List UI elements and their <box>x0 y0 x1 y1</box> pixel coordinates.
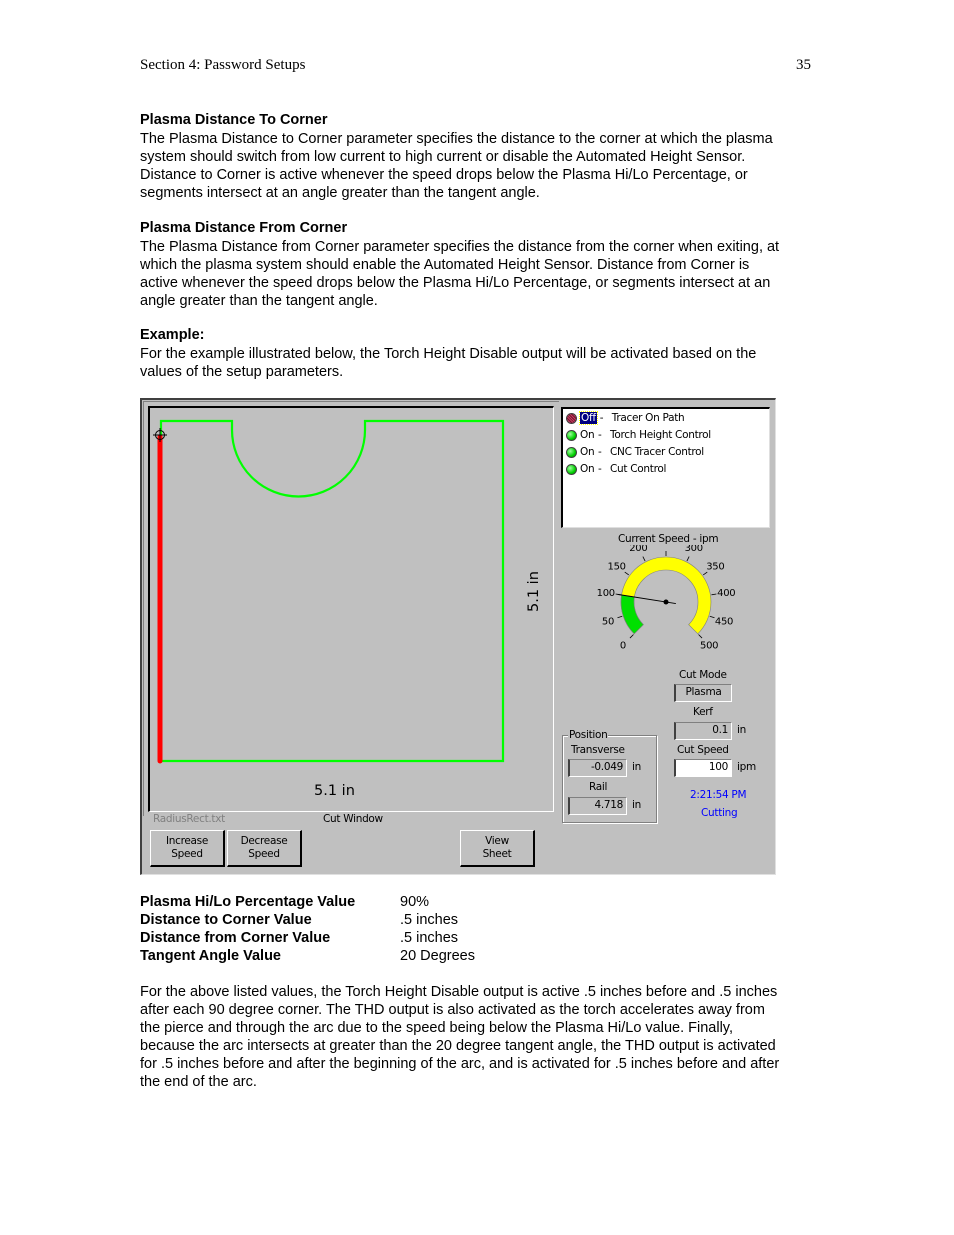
param-label: Distance to Corner Value <box>140 912 312 928</box>
button-label-line: Increase <box>165 835 209 847</box>
status-state: On <box>580 446 595 458</box>
status-label: Torch Height Control <box>610 429 711 441</box>
control-status-list[interactable]: Off - Tracer On Path On - Torch Height C… <box>561 407 770 528</box>
loaded-filename: RadiusRect.txt <box>153 813 225 825</box>
cut-path-outline <box>159 419 505 763</box>
status-label: CNC Tracer Control <box>610 446 704 458</box>
status-separator: - <box>599 412 604 424</box>
status-separator: - <box>598 429 602 441</box>
gauge-tick <box>709 615 715 619</box>
transverse-label: Transverse <box>571 744 625 756</box>
button-label-line: View <box>485 835 509 847</box>
gauge-tick <box>698 634 703 639</box>
decrease-speed-button[interactable]: Decrease Speed <box>227 830 302 867</box>
button-label-line: Speed <box>248 848 280 860</box>
param-label: Distance from Corner Value <box>140 930 331 946</box>
param-label: Tangent Angle Value <box>140 948 281 964</box>
conclusion-paragraph: For the above listed values, the Torch H… <box>140 983 840 1091</box>
param-value: .5 inches <box>400 912 459 928</box>
status-led-on-icon <box>566 446 577 458</box>
gauge-tick-label: 300 <box>685 545 703 554</box>
text-line: the pierce and through the arc due to th… <box>140 1020 733 1036</box>
width-dimension-label: 5.1 in <box>314 783 355 799</box>
text-line: because the arc intersects at greater th… <box>140 1038 776 1054</box>
status-state: Off <box>579 411 598 425</box>
param-value: 20 Degrees <box>400 948 475 964</box>
cut-window-label: Cut Window <box>323 813 383 825</box>
param-value: 90% <box>400 894 430 910</box>
text-line: the end of the arc. <box>140 1074 257 1090</box>
status-row-cut-control[interactable]: On - Cut Control <box>566 461 666 477</box>
status-state: On <box>580 463 595 475</box>
status-led-on-icon <box>566 463 577 475</box>
text-line: For the above listed values, the Torch H… <box>140 984 778 1000</box>
position-group-label: Position <box>568 729 609 741</box>
gauge-tick-label: 350 <box>706 562 724 573</box>
text-line: for .5 inches before and after the begin… <box>140 1056 780 1072</box>
gauge-tick-label: 450 <box>715 616 733 627</box>
rail-label: Rail <box>589 781 608 793</box>
gauge-hub <box>663 599 669 605</box>
clock-time: 2:21:54 PM <box>690 789 747 801</box>
gauge-fill <box>620 594 644 635</box>
status-separator: - <box>598 463 602 475</box>
torch-crosshair-icon <box>153 428 167 442</box>
view-sheet-button[interactable]: View Sheet <box>460 830 535 867</box>
transverse-unit: in <box>632 761 641 773</box>
kerf-label: Kerf <box>693 706 713 718</box>
gauge-tick-label: 500 <box>700 641 718 652</box>
gauge-tick-label: 250 <box>657 545 675 548</box>
gauge-tick-label: 100 <box>597 588 615 599</box>
speed-gauge: 0 50 100 150200 250 300350 400 450 500 <box>597 545 736 652</box>
param-label: Plasma Hi/Lo Percentage Value <box>140 894 356 910</box>
speed-gauge-title: Current Speed - ipm <box>618 533 719 545</box>
gauge-tick-label: 400 <box>717 588 735 599</box>
button-label-line: Sheet <box>482 848 512 860</box>
gauge-tick <box>642 556 646 562</box>
rail-unit: in <box>632 799 641 811</box>
status-separator: - <box>598 446 602 458</box>
status-label: Tracer On Path <box>611 412 685 424</box>
cut-mode-field: Plasma <box>674 684 732 702</box>
machine-status: Cutting <box>701 807 738 819</box>
gauge-tick <box>629 634 634 639</box>
status-row-cnc-tracer-control[interactable]: On - CNC Tracer Control <box>566 444 704 460</box>
cut-mode-label: Cut Mode <box>679 669 727 681</box>
kerf-field: 0.1 <box>674 722 732 740</box>
status-row-torch-height-control[interactable]: On - Torch Height Control <box>566 427 711 443</box>
cut-speed-label: Cut Speed <box>677 744 729 756</box>
gauge-tick-label: 200 <box>629 545 647 554</box>
status-row-tracer-on-path[interactable]: Off - Tracer On Path <box>566 410 685 426</box>
gauge-tick <box>617 615 623 619</box>
gauge-tick <box>711 593 717 596</box>
status-led-on-icon <box>566 429 577 441</box>
transverse-field: -0.049 <box>568 759 627 777</box>
gauge-tick <box>686 556 690 562</box>
status-label: Cut Control <box>610 463 667 475</box>
cut-speed-input[interactable]: 100 <box>674 759 732 777</box>
button-label-line: Speed <box>171 848 203 860</box>
gauge-tick-label: 150 <box>608 562 626 573</box>
status-led-off-icon <box>566 412 577 424</box>
rail-field: 4.718 <box>568 797 627 815</box>
kerf-unit: in <box>737 724 746 736</box>
increase-speed-button[interactable]: Increase Speed <box>150 830 225 867</box>
cut-speed-unit: ipm <box>737 761 756 773</box>
text-line: after each 90 degree corner. The THD out… <box>140 1002 765 1018</box>
status-state: On <box>580 429 595 441</box>
button-label-line: Decrease <box>240 835 288 847</box>
height-dimension-label: 5.1 in <box>526 571 542 612</box>
gauge-tick-label: 50 <box>602 616 614 627</box>
param-value: .5 inches <box>400 930 459 946</box>
gauge-tick-label: 0 <box>620 641 626 652</box>
